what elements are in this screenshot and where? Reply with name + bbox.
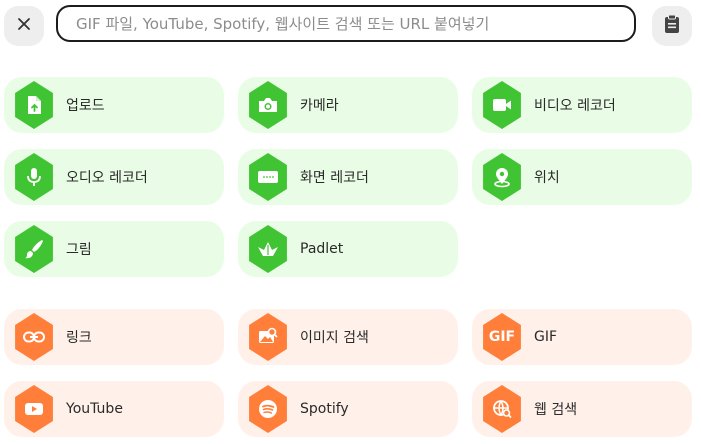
option-label: 카메라 [300, 98, 339, 114]
option-audio-recorder[interactable]: 오디오 레코더 [4, 149, 224, 205]
option-label: 링크 [66, 330, 92, 346]
option-gif[interactable]: GIF GIF [472, 309, 692, 365]
option-location[interactable]: 위치 [472, 149, 692, 205]
image-search-icon [249, 313, 287, 361]
link-icon [15, 313, 53, 361]
option-label: YouTube [66, 401, 123, 417]
option-spotify[interactable]: Spotify [238, 381, 458, 437]
option-label: 그림 [66, 242, 92, 258]
upload-file-icon [15, 81, 53, 129]
paste-button[interactable] [652, 6, 692, 46]
option-upload[interactable]: 업로드 [4, 77, 224, 133]
option-label: 웹 검색 [534, 402, 578, 418]
option-label: Padlet [300, 241, 344, 257]
option-draw[interactable]: 그림 [4, 221, 224, 277]
search-input[interactable] [74, 13, 634, 34]
location-pin-icon [483, 153, 521, 201]
paintbrush-icon [15, 225, 53, 273]
option-camera[interactable]: 카메라 [238, 77, 458, 133]
close-icon [16, 16, 32, 36]
youtube-icon [15, 385, 53, 433]
option-image-search[interactable]: 이미지 검색 [238, 309, 458, 365]
option-label: 오디오 레코더 [66, 170, 148, 186]
option-label: 업로드 [66, 98, 105, 114]
option-label: 비디오 레코더 [534, 98, 616, 114]
option-youtube[interactable]: YouTube [4, 381, 224, 437]
option-screen-recorder[interactable]: 화면 레코더 [238, 149, 458, 205]
option-web-search[interactable]: 웹 검색 [472, 381, 692, 437]
gif-icon: GIF [483, 313, 521, 361]
search-field[interactable] [56, 5, 636, 42]
spotify-icon [249, 385, 287, 433]
close-button[interactable] [4, 6, 44, 46]
camera-icon [249, 81, 287, 129]
padlet-logo-icon [249, 225, 287, 273]
clipboard-icon [663, 14, 681, 38]
web-search-icon [483, 385, 521, 433]
option-padlet[interactable]: Padlet [238, 221, 458, 277]
option-link[interactable]: 링크 [4, 309, 224, 365]
option-label: Spotify [300, 401, 349, 417]
screen-recorder-icon [249, 153, 287, 201]
video-camera-icon [483, 81, 521, 129]
option-label: GIF [534, 329, 558, 345]
option-label: 화면 레코더 [300, 170, 369, 186]
microphone-icon [15, 153, 53, 201]
option-label: 이미지 검색 [300, 330, 369, 346]
option-video-recorder[interactable]: 비디오 레코더 [472, 77, 692, 133]
option-label: 위치 [534, 170, 560, 186]
top-bar [0, 0, 701, 52]
